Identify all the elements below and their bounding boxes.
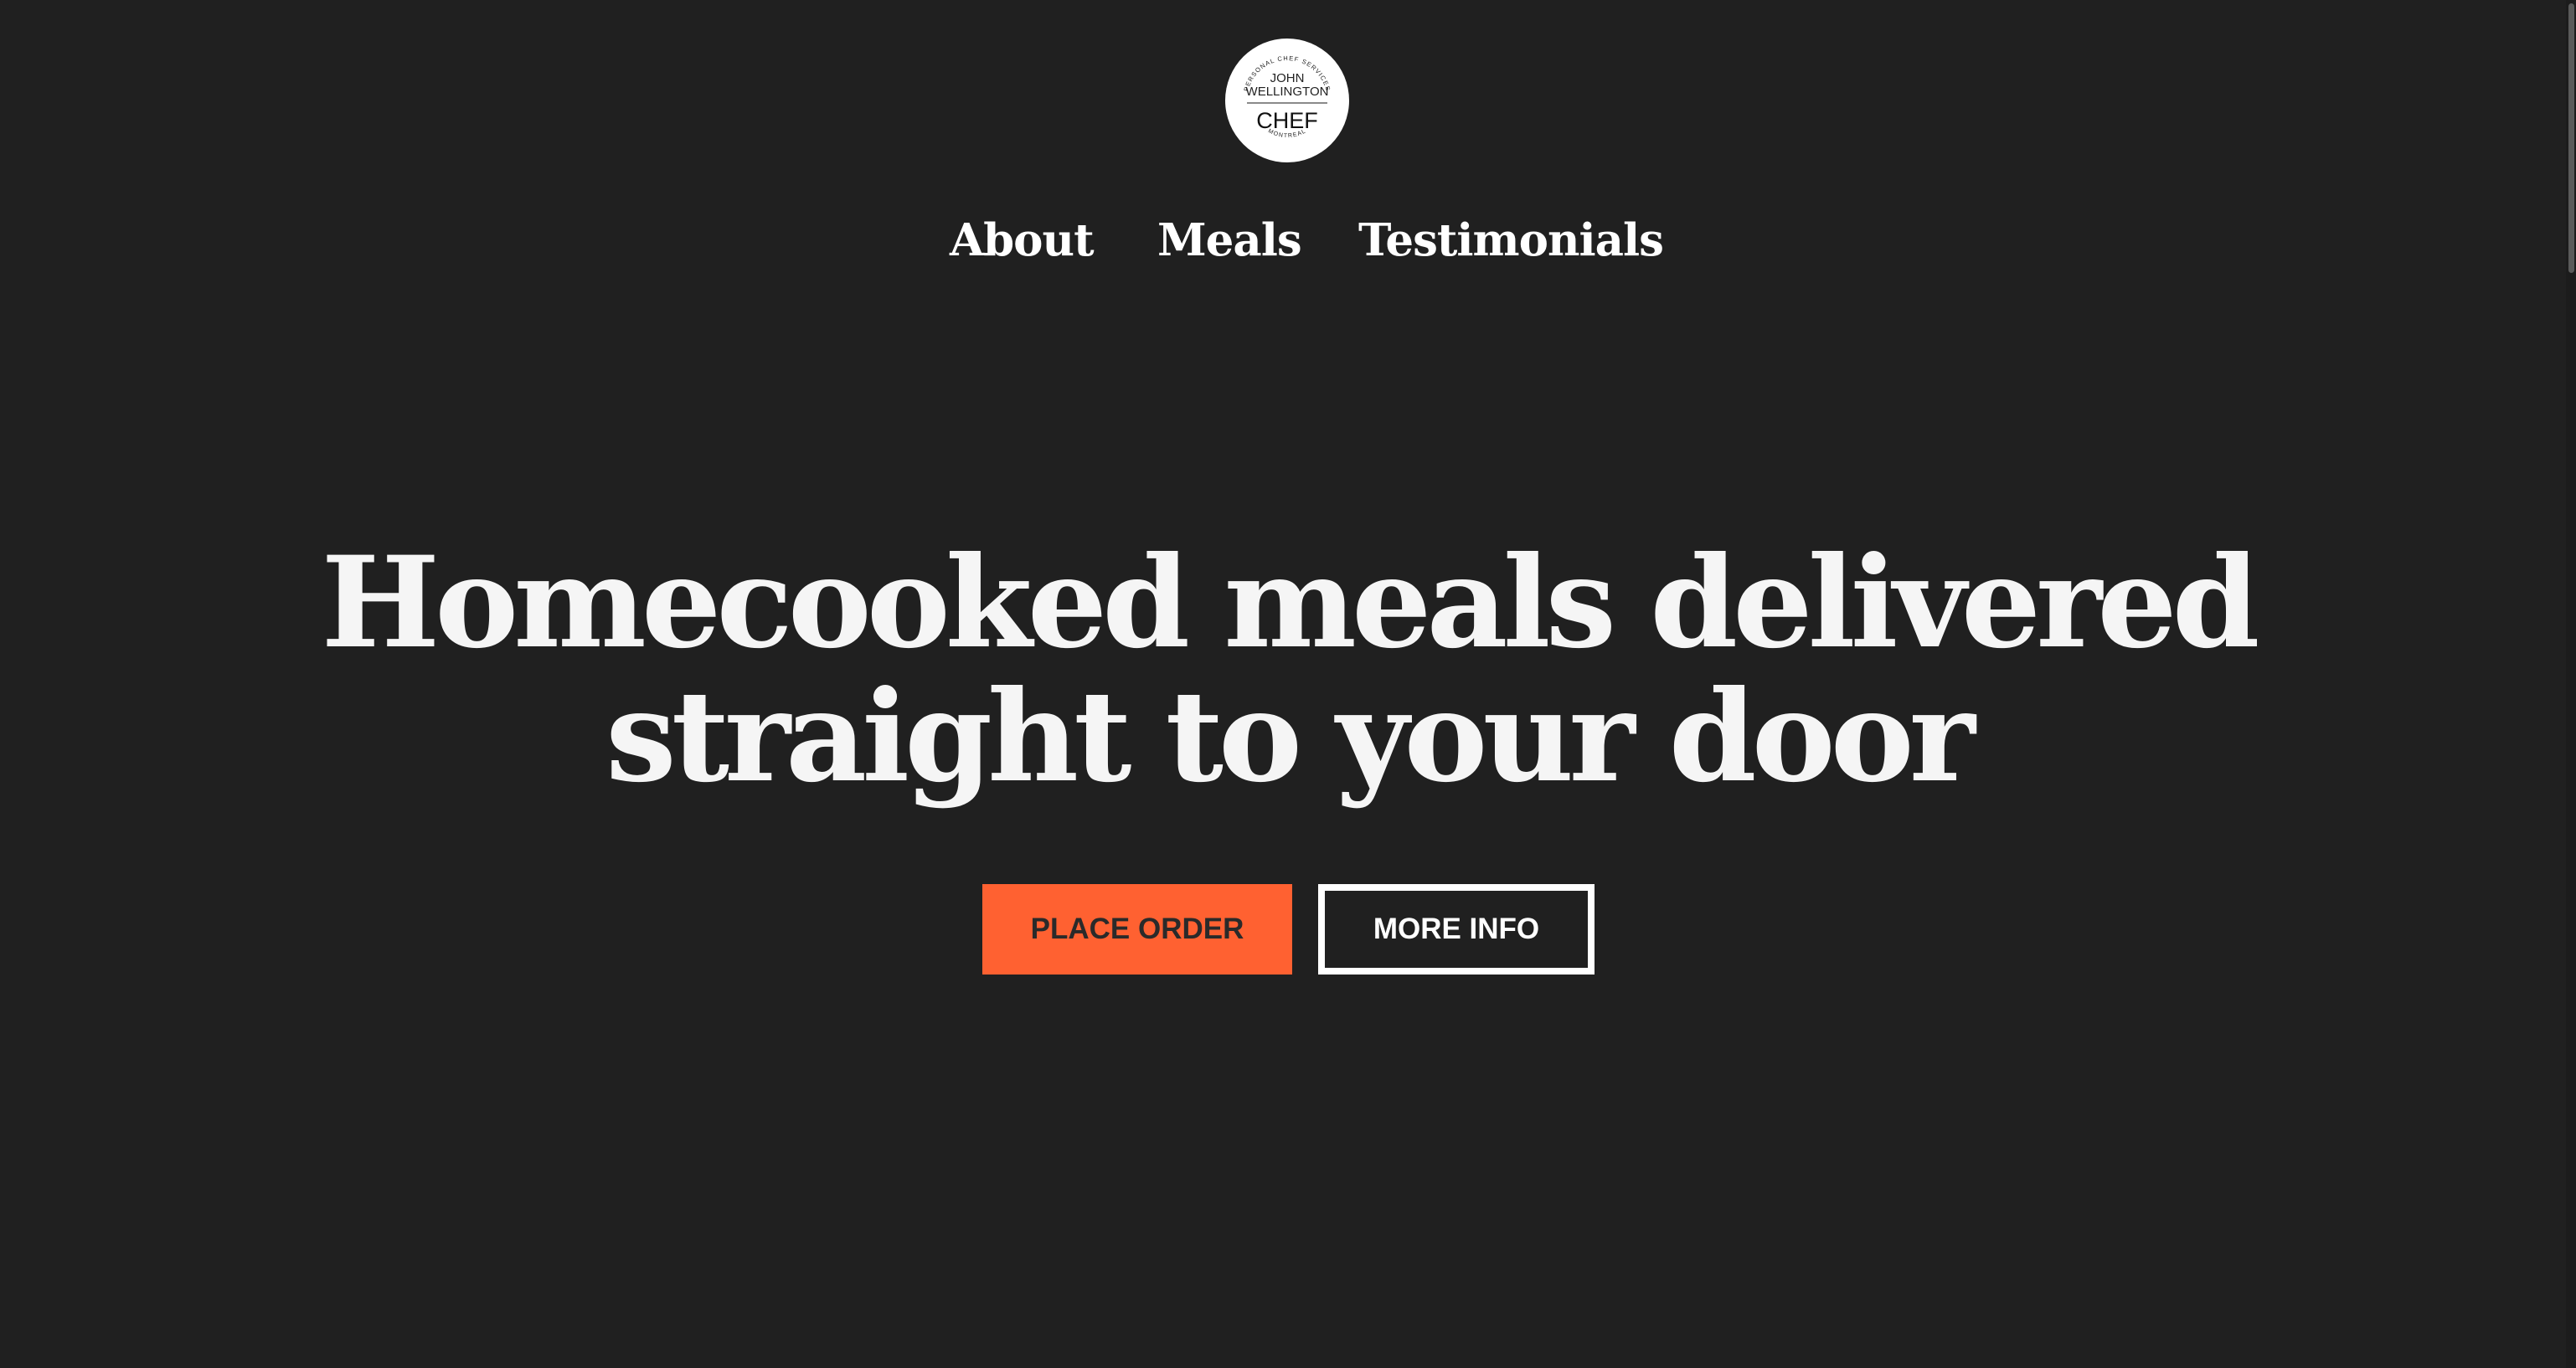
main-nav: About Meals Testimonials	[0, 211, 2576, 270]
hero-title-line1: Homecooked meals delivered	[321, 529, 2259, 676]
scrollbar[interactable]	[2566, 0, 2576, 1368]
hero-title-line2: straight to your door	[605, 663, 1975, 810]
logo-emblem: PERSONAL CHEF SERVICES JOHN WELLINGTON C…	[1242, 54, 1331, 139]
logo[interactable]: PERSONAL CHEF SERVICES JOHN WELLINGTON C…	[1225, 39, 1349, 162]
place-order-button[interactable]: PLACE ORDER	[982, 884, 1292, 975]
logo-main: CHEF	[1256, 108, 1318, 133]
nav-item-meals[interactable]: Meals	[1157, 211, 1302, 270]
scrollbar-thumb[interactable]	[2568, 3, 2574, 273]
nav-item-about[interactable]: About	[950, 211, 1095, 270]
more-info-button[interactable]: MORE INFO	[1318, 884, 1595, 975]
hero-title: Homecooked meals delivered straight to y…	[0, 536, 2576, 804]
logo-line1: JOHN	[1270, 71, 1305, 85]
nav-item-testimonials[interactable]: Testimonials	[1358, 211, 1664, 270]
logo-line2: WELLINGTON	[1246, 85, 1329, 99]
